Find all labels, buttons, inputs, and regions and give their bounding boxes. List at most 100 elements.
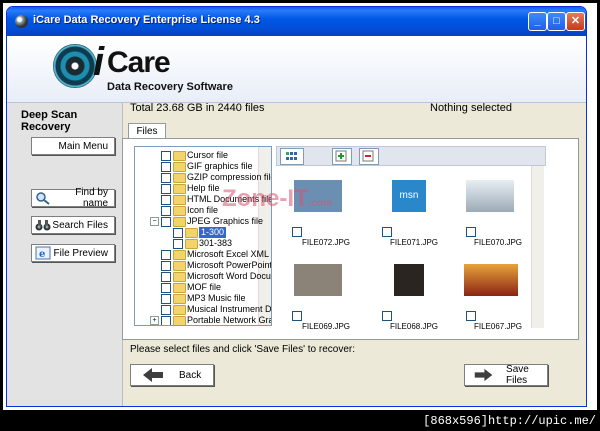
tree-checkbox[interactable] (161, 261, 171, 271)
folder-icon (173, 261, 186, 271)
total-size-info: Total 23.68 GB in 2440 files (130, 102, 265, 114)
tree-checkbox[interactable] (161, 283, 171, 293)
tree-item[interactable]: 1-300 (135, 227, 257, 238)
tree-item-label: Microsoft Word Docun (187, 271, 272, 281)
save-arrow-icon (474, 368, 493, 382)
tree-checkbox[interactable] (161, 305, 171, 315)
add-selection-icon (335, 150, 347, 162)
tree-item[interactable]: 301-383 (135, 238, 257, 249)
tab-files[interactable]: Files (128, 123, 166, 139)
tree-checkbox[interactable] (161, 217, 171, 227)
thumbnail[interactable]: FILE069.JPG (284, 264, 350, 331)
thumbnail[interactable]: FILE070.JPG (456, 180, 522, 247)
search-files-button[interactable]: Search Files (31, 216, 115, 234)
view-mode-button[interactable] (280, 148, 304, 165)
file-type-tree[interactable]: Cursor file GIF graphics file GZIP compres… (134, 146, 272, 326)
tree-item[interactable]: Cursor file (135, 150, 257, 161)
mode-title: Deep Scan Recovery (21, 109, 78, 133)
thumbnail[interactable]: FILE067.JPG (456, 264, 522, 331)
tree-expander[interactable]: − (150, 217, 159, 226)
tree-item[interactable]: GIF graphics file (135, 161, 257, 172)
back-button[interactable]: Back (130, 364, 214, 386)
folder-icon (173, 294, 186, 304)
binoculars-icon (35, 220, 51, 231)
tree-item-label: GIF graphics file (187, 161, 253, 171)
save-files-label: Save Files (506, 364, 529, 386)
tree-checkbox[interactable] (161, 195, 171, 205)
folder-icon (185, 239, 198, 249)
screenshot-frame: iCare Data Recovery Enterprise License 4… (0, 0, 600, 431)
tree-checkbox[interactable] (161, 162, 171, 172)
folder-icon (173, 316, 186, 325)
search-files-label: Search Files (52, 219, 108, 231)
thumbnail-checkbox[interactable] (292, 311, 302, 321)
thumbnail-checkbox[interactable] (382, 311, 392, 321)
thumbnail-checkbox[interactable] (466, 227, 476, 237)
grid-view-icon (286, 152, 297, 160)
thumbnail-filename: FILE070.JPG (474, 238, 523, 247)
tree-item[interactable]: − JPEG Graphics file (135, 216, 263, 227)
thumbnail-checkbox[interactable] (292, 227, 302, 237)
tree-item[interactable]: Musical Instrument Di (135, 304, 271, 315)
tree-item[interactable]: Microsoft Word Docun (135, 271, 271, 282)
tree-checkbox[interactable] (173, 239, 183, 249)
tree-item[interactable]: MOF file (135, 282, 257, 293)
tree-checkbox[interactable] (161, 294, 171, 304)
file-preview-button[interactable]: e File Preview (31, 244, 115, 262)
thumbnail[interactable]: FILE068.JPG (372, 264, 438, 331)
tree-item[interactable]: + Portable Network Grap (135, 315, 271, 325)
tree-item-label: JPEG Graphics file (187, 216, 264, 226)
tree-checkbox[interactable] (161, 206, 171, 216)
tree-item-label: Portable Network Grap (187, 315, 272, 325)
tree-expander[interactable]: + (150, 316, 159, 325)
save-files-button[interactable]: Save Files (464, 364, 548, 386)
folder-icon (173, 272, 186, 282)
ie-preview-icon: e (35, 246, 51, 260)
tree-item[interactable]: MP3 Music file (135, 293, 257, 304)
thumbnail-checkbox[interactable] (382, 227, 392, 237)
select-all-button[interactable] (332, 148, 352, 165)
minimize-button[interactable]: _ (528, 12, 547, 31)
deselect-all-button[interactable] (359, 148, 379, 165)
thumbnail-filename: FILE067.JPG (474, 322, 523, 331)
left-panel: Deep Scan Recovery Main Menu Find by nam… (7, 103, 123, 406)
tree-checkbox[interactable] (161, 184, 171, 194)
tree-checkbox[interactable] (161, 151, 171, 161)
tree-item[interactable]: GZIP compression file (135, 172, 271, 183)
tree-item-label: 301-383 (199, 238, 233, 248)
folder-icon (173, 162, 186, 172)
tree-checkbox[interactable] (161, 250, 171, 260)
disc-logo-icon (53, 44, 97, 88)
tree-checkbox[interactable] (161, 272, 171, 282)
tree-item-label: 1-300 (199, 227, 227, 238)
title-bar[interactable]: iCare Data Recovery Enterprise License 4… (7, 7, 586, 36)
window-title: iCare Data Recovery Enterprise License 4… (33, 14, 260, 26)
tree-item[interactable]: Microsoft PowerPoint (135, 260, 271, 271)
maximize-button[interactable]: □ (547, 12, 566, 31)
thumbnail-checkbox[interactable] (466, 311, 476, 321)
logo-care: Care (107, 46, 171, 79)
logo-subtitle: Data Recovery Software (107, 81, 233, 93)
close-button[interactable]: ✕ (566, 12, 585, 31)
footer-bar: [868x596]http://upic.me/ (0, 412, 600, 431)
tree-item-label: Microsoft Excel XML D (187, 249, 272, 259)
thumbnail-image (394, 264, 424, 296)
folder-icon (173, 206, 186, 216)
tree-checkbox[interactable] (161, 316, 171, 325)
tree-item-label: GZIP compression file (187, 172, 272, 182)
thumbnail-image (294, 264, 342, 296)
tree-checkbox[interactable] (161, 173, 171, 183)
tree-item-label: MOF file (187, 282, 222, 292)
tree-item-label: MP3 Music file (187, 293, 246, 303)
find-by-name-button[interactable]: Find by name (31, 187, 115, 209)
tree-item[interactable]: Microsoft Excel XML D (135, 249, 271, 260)
main-menu-button[interactable]: Main Menu (31, 137, 115, 155)
tree-checkbox[interactable] (173, 228, 183, 238)
thumbnail[interactable]: msn FILE071.JPG (372, 180, 438, 247)
thumbnail-image: msn (392, 180, 426, 212)
remove-selection-icon (362, 150, 374, 162)
folder-icon (173, 217, 186, 227)
folder-icon (173, 173, 186, 183)
thumbnail-scrollbar[interactable] (531, 166, 544, 328)
folder-icon (173, 283, 186, 293)
